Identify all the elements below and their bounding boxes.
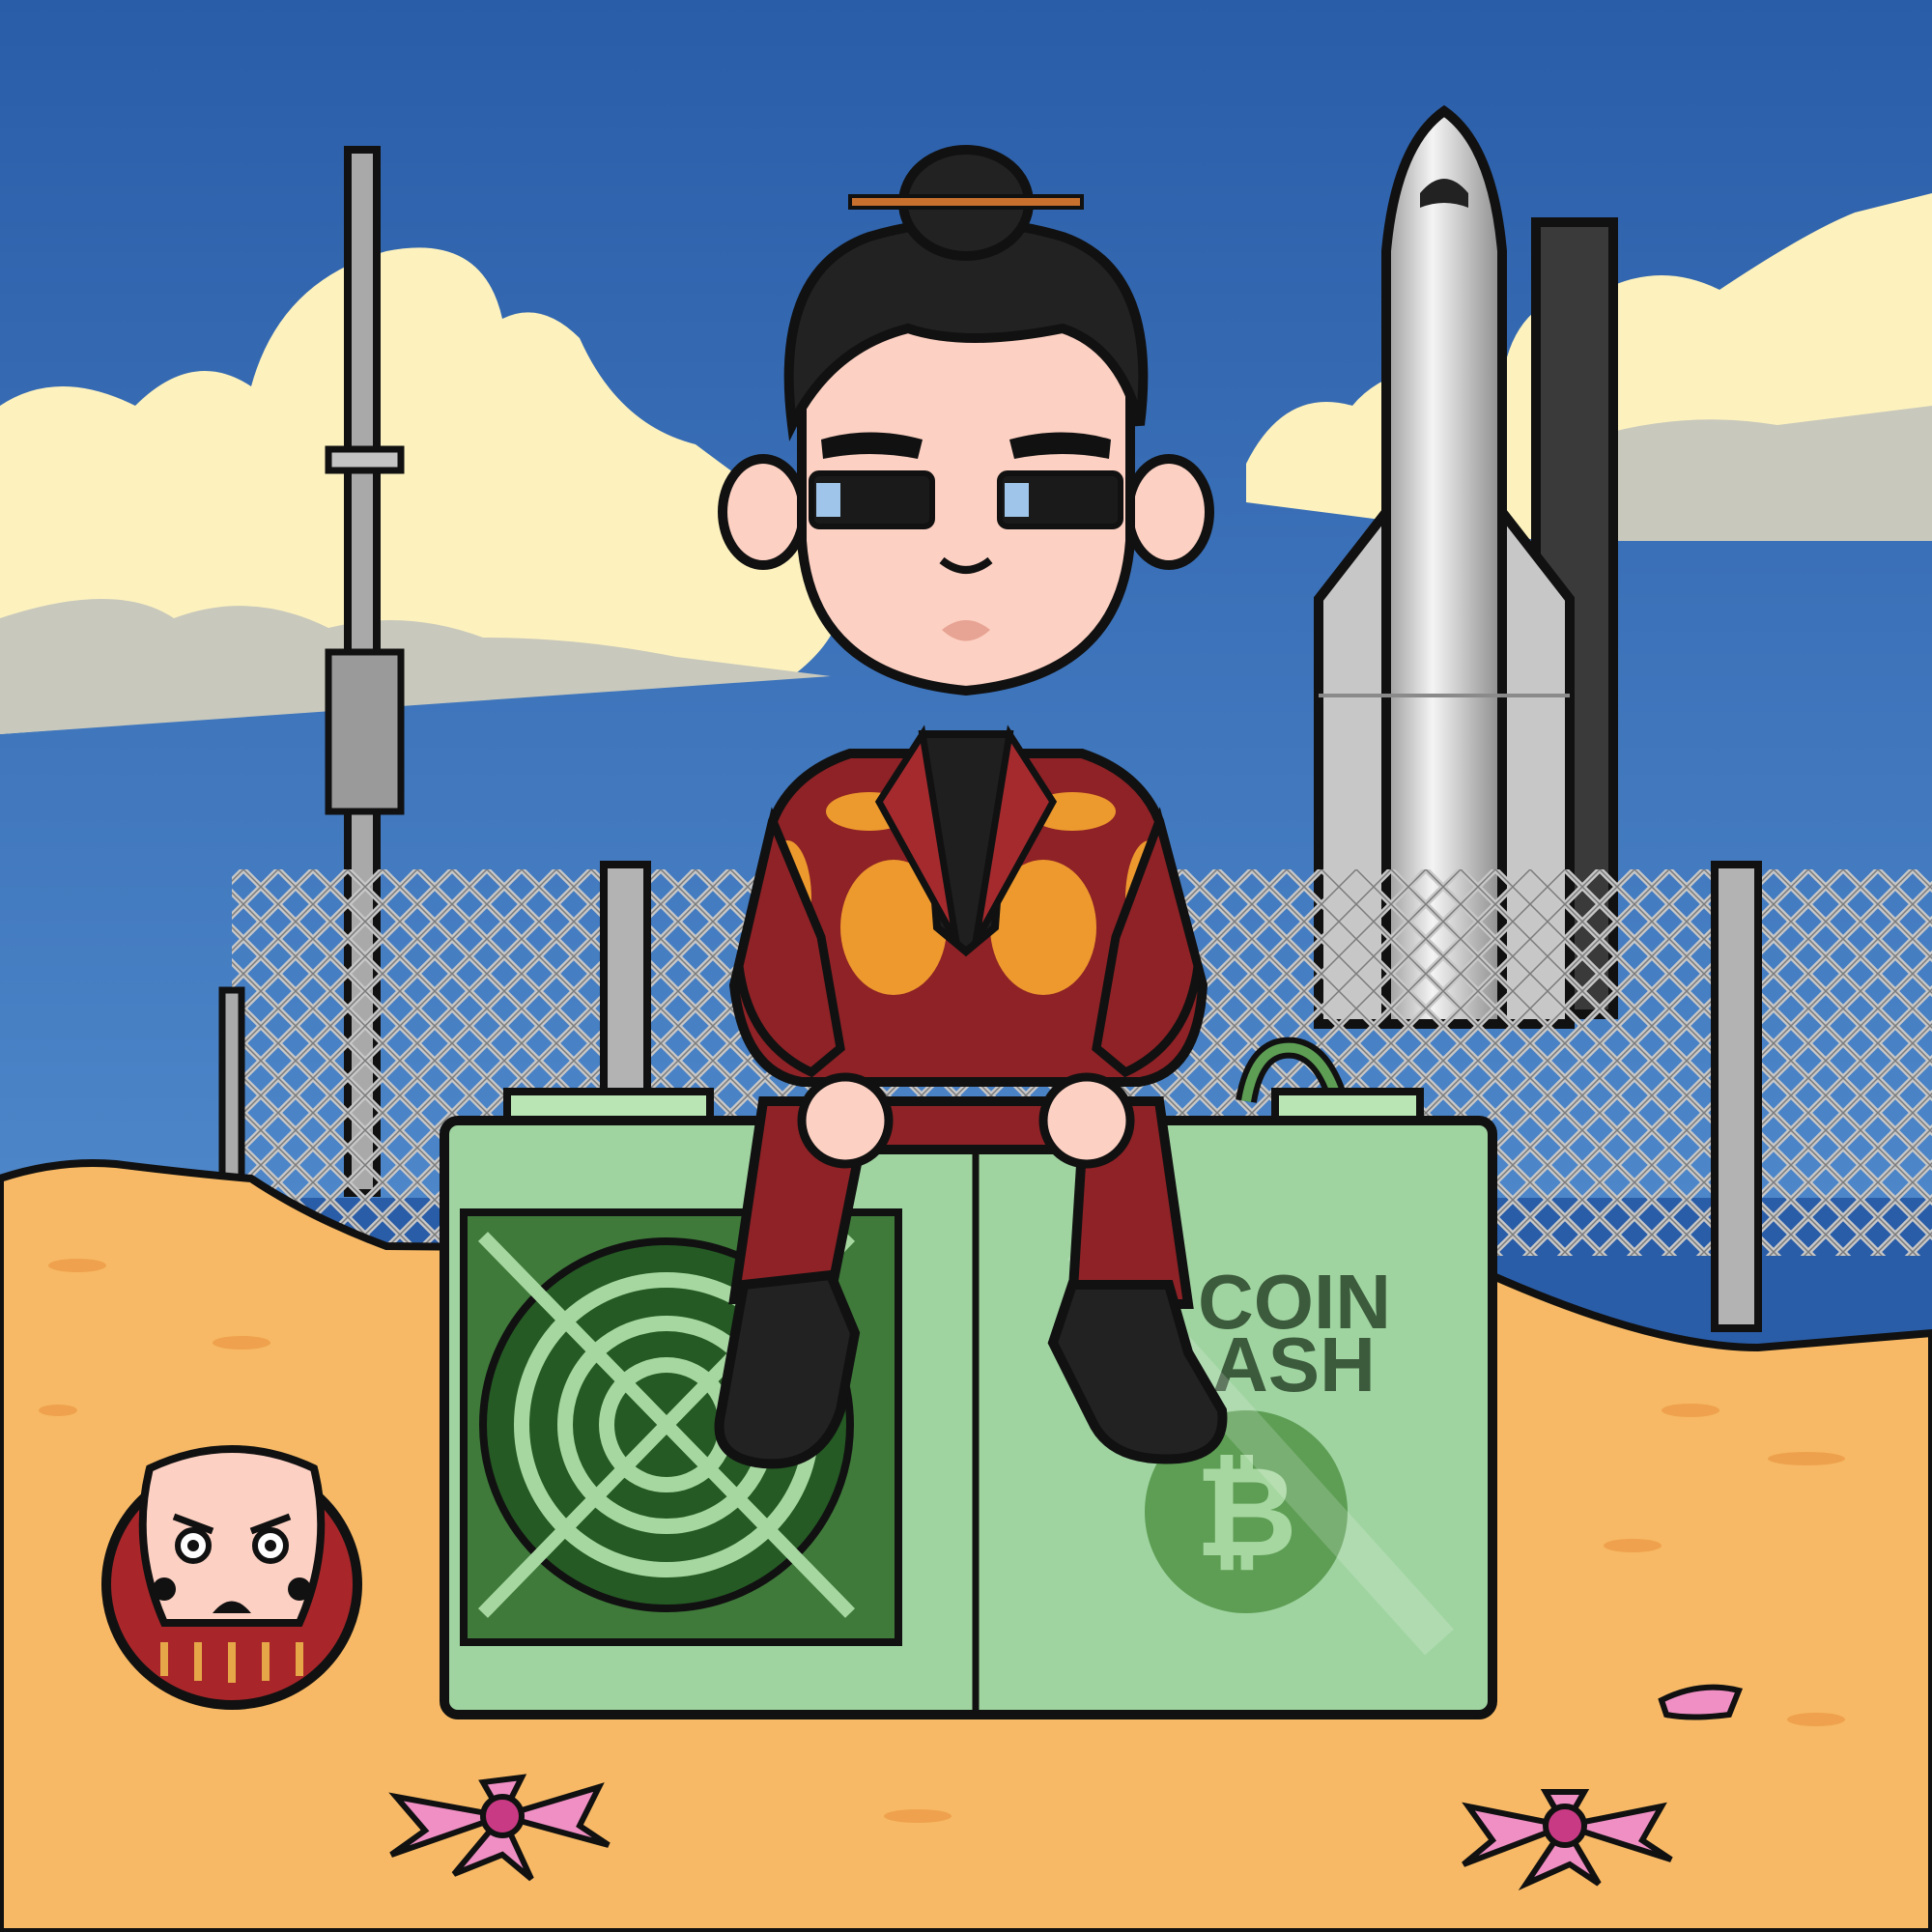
nft-artwork: COIN ASH ₿ xyxy=(0,0,1932,1932)
daruma-doll-icon xyxy=(101,1445,362,1710)
